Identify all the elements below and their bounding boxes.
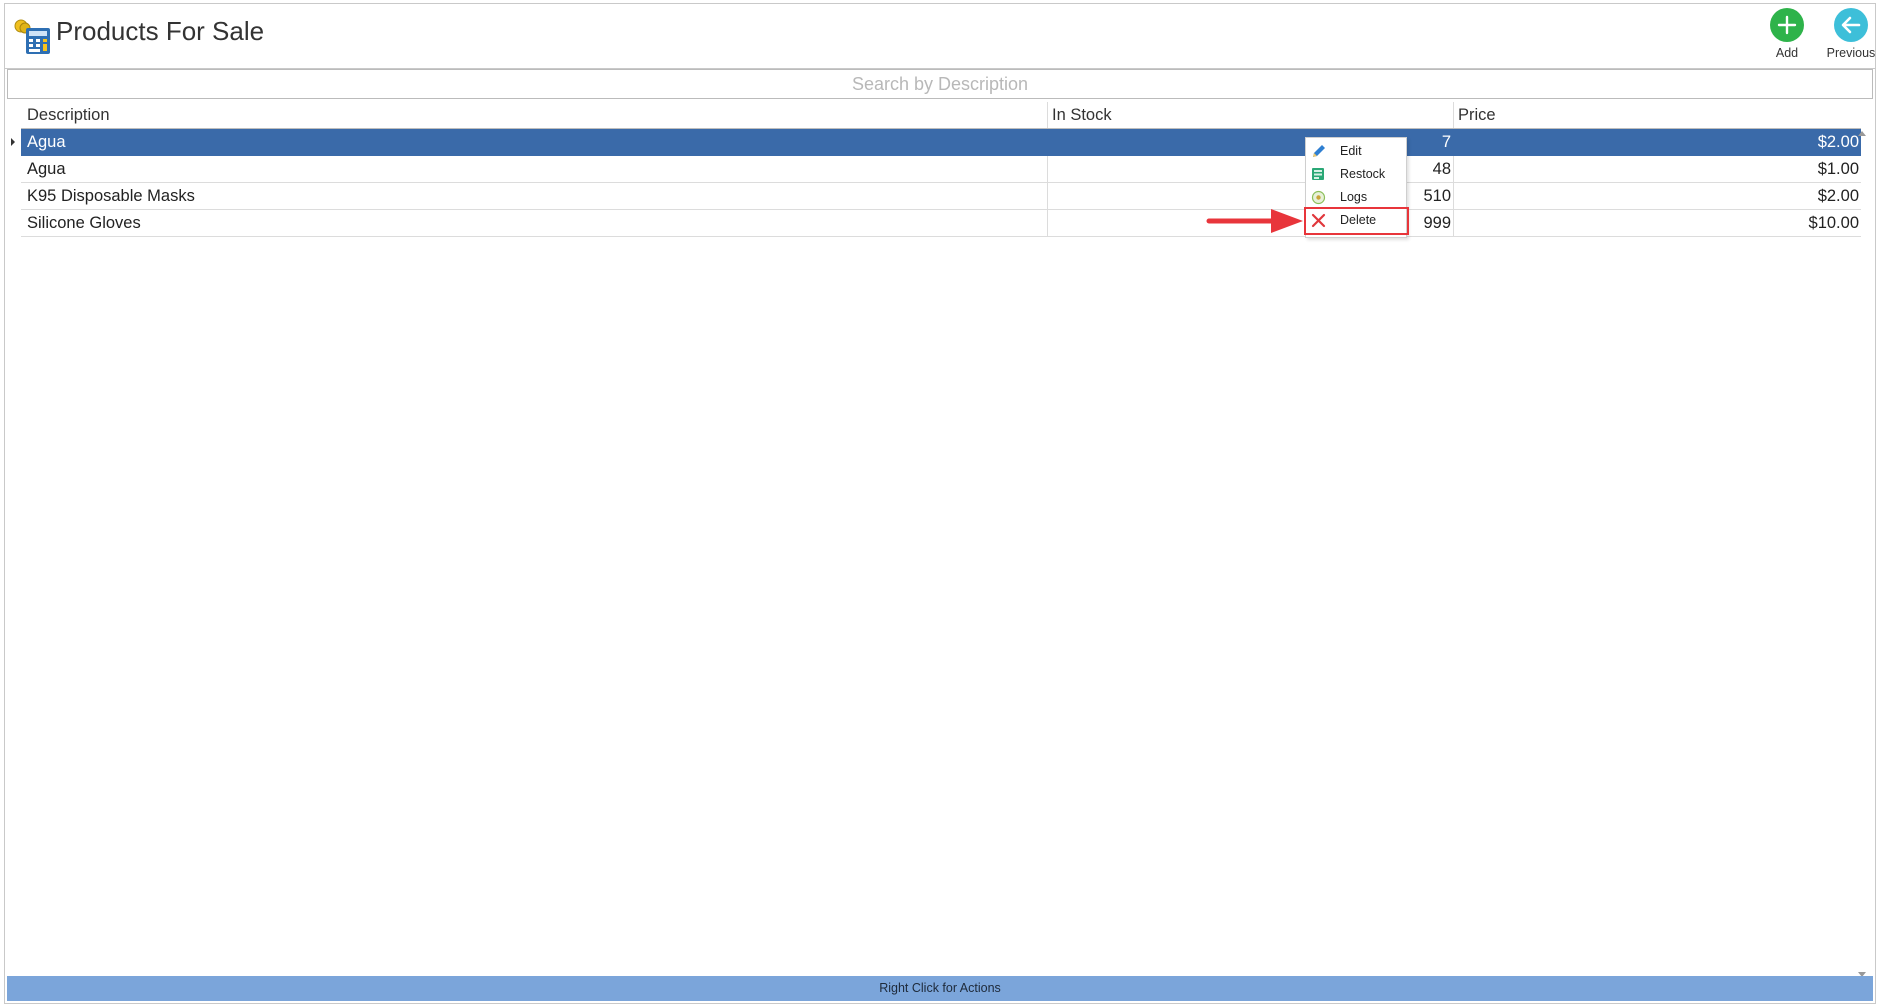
search-input[interactable]: Search by Description bbox=[7, 69, 1873, 99]
cell-price: $2.00 bbox=[1817, 133, 1859, 151]
cell-description: Silicone Gloves bbox=[21, 210, 1048, 236]
delete-highlight-box bbox=[1304, 207, 1409, 235]
cell-price: $2.00 bbox=[1817, 187, 1859, 205]
context-menu-label: Restock bbox=[1340, 167, 1386, 181]
arrow-left-icon bbox=[1834, 8, 1868, 42]
context-menu-item-logs[interactable]: Logs bbox=[1306, 186, 1406, 209]
table-row[interactable]: K95 Disposable Masks 510 $2.00 bbox=[21, 183, 1861, 210]
column-header-price[interactable]: Price bbox=[1454, 102, 1861, 128]
calculator-app-icon bbox=[14, 19, 50, 54]
restock-icon bbox=[1312, 168, 1324, 180]
context-menu-item-restock[interactable]: Restock bbox=[1306, 163, 1406, 186]
scroll-up-icon[interactable] bbox=[1858, 131, 1866, 136]
context-menu-label: Edit bbox=[1340, 144, 1362, 158]
cell-price: $10.00 bbox=[1808, 214, 1859, 232]
column-header-in-stock[interactable]: In Stock bbox=[1048, 102, 1454, 128]
add-button-label: Add bbox=[1775, 46, 1799, 60]
add-button[interactable]: Add bbox=[1752, 8, 1822, 64]
pencil-icon bbox=[1313, 145, 1325, 157]
plus-icon bbox=[1770, 8, 1804, 42]
table-header: Description In Stock Price bbox=[21, 102, 1861, 129]
cell-description: K95 Disposable Masks bbox=[21, 183, 1048, 209]
page-title: Products For Sale bbox=[56, 16, 265, 46]
red-arrow-pointer-icon bbox=[1206, 209, 1303, 233]
context-menu-item-edit[interactable]: Edit bbox=[1306, 140, 1406, 163]
cell-description: Agua bbox=[21, 156, 1048, 182]
cell-description: Agua bbox=[21, 129, 1048, 155]
table-row[interactable]: Agua 48 $1.00 bbox=[21, 156, 1861, 183]
status-bar: Right Click for Actions bbox=[7, 976, 1873, 1001]
column-header-description[interactable]: Description bbox=[21, 102, 1048, 128]
table-row[interactable]: Agua 7 $2.00 bbox=[11, 129, 1861, 156]
context-menu-label: Logs bbox=[1340, 190, 1368, 204]
previous-button-label: Previous bbox=[1826, 46, 1876, 60]
main-window: Products For Sale Add Previous Search by… bbox=[4, 3, 1876, 1004]
previous-button[interactable]: Previous bbox=[1816, 8, 1881, 64]
current-row-indicator-icon bbox=[11, 138, 15, 146]
table-row[interactable]: Silicone Gloves 999 $10.00 bbox=[21, 210, 1861, 237]
cell-price: $1.00 bbox=[1817, 160, 1859, 178]
vertical-scrollbar[interactable] bbox=[1855, 129, 1869, 977]
logs-icon bbox=[1311, 190, 1326, 205]
title-bar: Products For Sale Add Previous bbox=[5, 4, 1875, 69]
